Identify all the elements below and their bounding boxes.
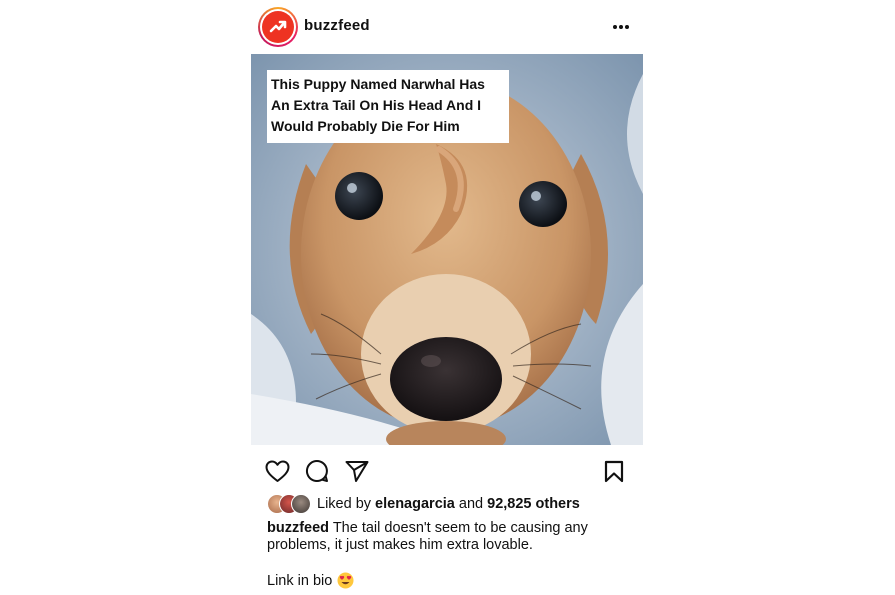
buzzfeed-trending-arrow-icon — [262, 11, 294, 43]
likes-summary: Liked by elenagarcia and 92,825 others — [267, 494, 580, 514]
post-header: buzzfeed — [251, 0, 643, 54]
heart-eyes-emoji-icon — [337, 572, 354, 589]
post-image[interactable]: This Puppy Named Narwhal Has An Extra Ta… — [251, 54, 643, 445]
link-in-bio-text: Link in bio — [267, 572, 333, 589]
post-username[interactable]: buzzfeed — [304, 17, 370, 34]
liker-avatars[interactable] — [267, 494, 313, 514]
post-caption: buzzfeed The tail doesn't seem to be cau… — [267, 520, 637, 554]
heart-icon[interactable] — [264, 458, 290, 484]
likes-count[interactable]: 92,825 others — [487, 496, 580, 512]
link-in-bio-line: Link in bio — [267, 572, 354, 589]
instagram-post: buzzfeed This Puppy Named Narwhal Has An… — [251, 0, 643, 595]
comment-bubble-icon[interactable] — [304, 458, 330, 484]
likes-conjunction: and — [458, 496, 484, 512]
liker-username[interactable]: elenagarcia — [375, 496, 455, 512]
headline-overlay: This Puppy Named Narwhal Has An Extra Ta… — [267, 70, 509, 143]
likes-prefix: Liked by — [317, 496, 372, 512]
caption-username[interactable]: buzzfeed — [267, 520, 329, 536]
paper-plane-icon[interactable] — [344, 458, 370, 484]
bookmark-icon[interactable] — [601, 458, 627, 484]
more-options-icon[interactable] — [611, 17, 631, 37]
profile-avatar[interactable] — [258, 7, 298, 47]
avatar — [291, 494, 311, 514]
instagram-post-page: buzzfeed This Puppy Named Narwhal Has An… — [0, 0, 895, 595]
post-actions — [251, 454, 643, 486]
